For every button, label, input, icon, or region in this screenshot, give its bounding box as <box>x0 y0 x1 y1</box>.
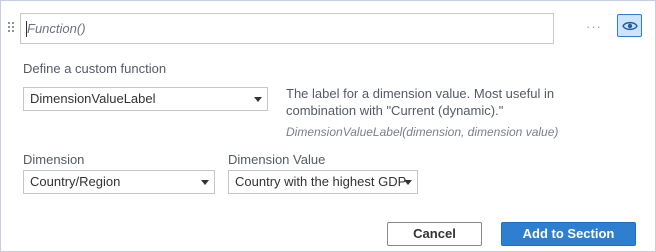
eye-icon <box>622 21 638 31</box>
dimension-value-label: Dimension Value <box>228 152 326 167</box>
drag-handle-icon[interactable] <box>8 22 16 36</box>
function-syntax: DimensionValueLabel(dimension, dimension… <box>286 125 559 139</box>
add-to-section-button[interactable]: Add to Section <box>501 222 636 246</box>
text-caret <box>26 21 27 37</box>
dimension-label: Dimension <box>23 152 85 167</box>
custom-function-selected: DimensionValueLabel <box>30 91 156 106</box>
dimension-value-select[interactable]: Country with the highest GDP <box>228 170 418 194</box>
chevron-down-icon <box>201 180 209 185</box>
cancel-button[interactable]: Cancel <box>387 222 482 246</box>
custom-function-label: Define a custom function <box>23 61 167 76</box>
chevron-down-icon <box>254 97 262 102</box>
function-input[interactable]: Function() <box>20 13 554 44</box>
function-editor-panel: Function() ··· Define a custom function … <box>0 0 656 252</box>
chevron-down-icon <box>404 180 412 185</box>
dimension-select[interactable]: Country/Region <box>23 170 215 194</box>
dimension-value-selected: Country with the highest GDP <box>235 174 407 189</box>
custom-function-select[interactable]: DimensionValueLabel <box>23 87 268 111</box>
function-description: The label for a dimension value. Most us… <box>286 86 555 118</box>
dimension-selected: Country/Region <box>30 174 121 189</box>
preview-toggle-button[interactable] <box>617 14 642 37</box>
function-input-value: Function() <box>27 21 86 36</box>
more-icon[interactable]: ··· <box>586 19 602 34</box>
